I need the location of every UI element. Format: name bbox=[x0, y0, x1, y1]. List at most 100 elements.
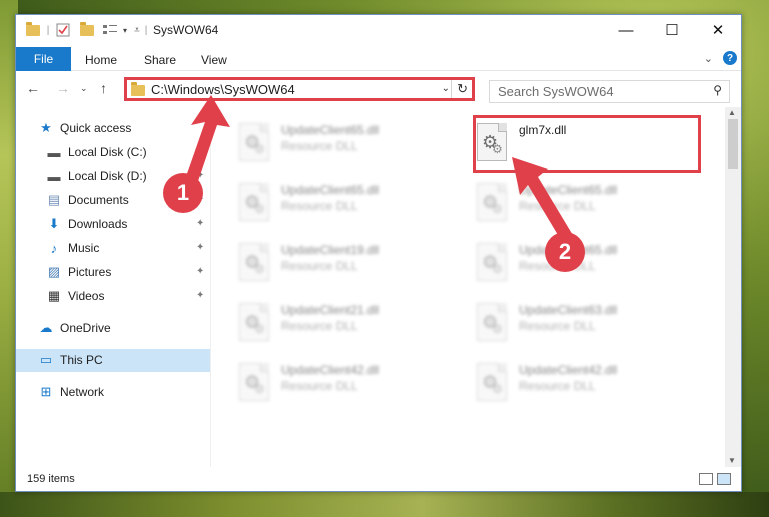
sidebar-item-label: Quick access bbox=[60, 121, 132, 135]
gear-icon: ⚙ bbox=[492, 202, 503, 216]
details-view-icon[interactable] bbox=[699, 473, 713, 485]
gear-icon: ⚙ bbox=[492, 262, 503, 276]
ribbon: File Home Share View ⌄ ? bbox=[16, 45, 741, 71]
gear-icon: ⚙ bbox=[254, 142, 265, 156]
chevron-down-icon[interactable]: ▾ bbox=[120, 21, 130, 39]
sidebar-item-downloads[interactable]: ⬇ Downloads ✦ bbox=[16, 213, 210, 236]
scroll-down-icon[interactable]: ▼ bbox=[728, 456, 736, 465]
dll-file-icon: ⚙ ⚙ bbox=[239, 183, 269, 221]
file-item[interactable]: ⚙⚙ UpdateClient65.dll Resource DLL bbox=[231, 177, 467, 231]
sidebar-item-this-pc[interactable]: ▭ This PC bbox=[16, 349, 210, 372]
address-dropdown-icon[interactable]: ⌄ bbox=[442, 83, 450, 94]
maximize-button[interactable]: ☐ bbox=[649, 15, 695, 45]
qa-separator: | bbox=[144, 24, 148, 36]
tab-file[interactable]: File bbox=[16, 47, 71, 71]
step-2-badge: 2 bbox=[545, 232, 585, 272]
file-description: Resource DLL bbox=[519, 379, 596, 393]
gear-icon: ⚙ bbox=[254, 262, 265, 276]
file-item[interactable]: ⚙ ⚙ UpdateClient42.dll Resource DLL bbox=[231, 357, 467, 411]
search-input[interactable]: Search SysWOW64 ⚲ bbox=[489, 80, 730, 103]
file-item[interactable]: ⚙⚙UpdateClient65.dllResource DLL bbox=[469, 237, 705, 291]
file-item[interactable]: ⚙ ⚙ UpdateClient21.dll Resource DLL bbox=[231, 297, 467, 351]
file-description: Resource DLL bbox=[281, 259, 358, 273]
quick-access-menu-icon[interactable]: ⩡ bbox=[132, 21, 142, 39]
file-name: UpdateClient42.dll bbox=[281, 363, 380, 377]
search-icon[interactable]: ⚲ bbox=[713, 83, 722, 97]
dll-file-icon: ⚙ ⚙ bbox=[239, 363, 269, 401]
file-item[interactable]: ⚙ ⚙ UpdateClient42.dll Resource DLL bbox=[469, 357, 705, 411]
file-item[interactable]: ⚙ ⚙ UpdateClient63.dll Resource DLL bbox=[469, 297, 705, 351]
pin-icon: ✦ bbox=[196, 242, 205, 253]
gear-icon: ⚙ bbox=[254, 382, 265, 396]
properties-icon[interactable] bbox=[54, 21, 72, 39]
scrollbar-thumb[interactable] bbox=[728, 119, 738, 169]
large-icons-view-icon[interactable] bbox=[717, 473, 731, 485]
gear-icon: ⚙ bbox=[492, 322, 503, 336]
file-name: UpdateClient21.dll bbox=[281, 303, 380, 317]
network-icon: ⊞ bbox=[40, 384, 52, 399]
file-item[interactable]: ⚙⚙UpdateClient65.dllResource DLL bbox=[469, 177, 705, 231]
dll-file-icon: ⚙ ⚙ bbox=[239, 123, 269, 161]
documents-icon: ▤ bbox=[47, 192, 61, 207]
cloud-icon: ☁ bbox=[39, 320, 53, 335]
file-description: Resource DLL bbox=[281, 139, 358, 153]
file-item[interactable]: ⚙⚙ UpdateClient65.dll Resource DLL bbox=[231, 117, 467, 171]
music-icon: ♪ bbox=[50, 240, 58, 256]
file-description: Resource DLL bbox=[519, 319, 596, 333]
minimize-button[interactable]: — bbox=[603, 15, 649, 45]
file-list: ⚙ ⚙ UpdateClient65.dll Resource DLL ⚙ ⚙ Update… bbox=[211, 107, 725, 467]
file-name: UpdateClient42.dll bbox=[519, 363, 618, 377]
step-1-badge: 1 bbox=[163, 173, 203, 213]
close-button[interactable]: ✕ bbox=[695, 15, 741, 45]
sidebar-item-music[interactable]: ♪ Music ✦ bbox=[16, 237, 210, 260]
search-placeholder: Search SysWOW64 bbox=[498, 84, 614, 99]
back-button[interactable]: ← bbox=[26, 80, 40, 96]
file-name: UpdateClient19.dll bbox=[281, 243, 380, 257]
vertical-scrollbar[interactable]: ▲ ▼ bbox=[725, 107, 741, 467]
gear-icon: ⚙ bbox=[254, 202, 265, 216]
file-description: Resource DLL bbox=[281, 199, 358, 213]
customize-icon[interactable] bbox=[100, 21, 120, 39]
tab-view[interactable]: View bbox=[201, 53, 227, 67]
refresh-icon[interactable]: ↻ bbox=[457, 81, 468, 97]
folder-icon bbox=[131, 82, 145, 96]
folder-icon[interactable] bbox=[24, 21, 42, 39]
file-name: UpdateClient65.dll bbox=[281, 123, 380, 137]
up-button[interactable]: ↑ bbox=[100, 80, 107, 96]
qa-separator: | bbox=[46, 24, 50, 36]
star-icon: ★ bbox=[40, 120, 52, 135]
computer-icon: ▭ bbox=[39, 352, 53, 367]
drive-icon: ▬ bbox=[47, 168, 61, 184]
window-title: SysWOW64 bbox=[153, 23, 219, 37]
sidebar-item-network[interactable]: ⊞ Network bbox=[16, 381, 210, 404]
help-icon[interactable]: ? bbox=[723, 51, 737, 65]
forward-button[interactable]: → bbox=[56, 80, 70, 96]
sidebar-item-pictures[interactable]: ▨ Pictures ✦ bbox=[16, 261, 210, 284]
navigation-bar: ← → ⌄ ↑ C:\Windows\SysWOW64 ⌄ ↻ Search S… bbox=[16, 71, 741, 107]
drive-icon: ▬ bbox=[47, 144, 61, 160]
recent-locations-button[interactable]: ⌄ bbox=[80, 83, 88, 94]
sidebar-item-onedrive[interactable]: ☁ OneDrive bbox=[16, 317, 210, 340]
dll-file-icon: ⚙ ⚙ bbox=[477, 363, 507, 401]
tab-share[interactable]: Share bbox=[144, 53, 176, 67]
tab-home[interactable]: Home bbox=[85, 53, 117, 67]
file-name: UpdateClient63.dll bbox=[519, 303, 618, 317]
sidebar-item-label: Videos bbox=[68, 289, 105, 303]
file-item[interactable]: ⚙ ⚙ UpdateClient19.dll Resource DLL bbox=[231, 237, 467, 291]
scroll-up-icon[interactable]: ▲ bbox=[728, 108, 736, 117]
sidebar-item-label: Downloads bbox=[68, 217, 128, 231]
pictures-icon: ▨ bbox=[47, 264, 61, 279]
pin-icon: ✦ bbox=[196, 290, 205, 301]
sidebar-item-label: Local Disk (D:) bbox=[68, 169, 147, 183]
sidebar-item-label: OneDrive bbox=[60, 321, 111, 335]
new-folder-icon[interactable] bbox=[78, 21, 96, 39]
gear-icon: ⚙ bbox=[254, 322, 265, 336]
sidebar-item-label: Music bbox=[68, 241, 100, 255]
status-bar: 159 items bbox=[16, 467, 741, 491]
ribbon-expand-icon[interactable]: ⌄ bbox=[704, 52, 713, 65]
file-name: UpdateClient65.dll bbox=[281, 183, 380, 197]
sidebar-item-label: Local Disk (C:) bbox=[68, 145, 147, 159]
address-separator bbox=[451, 80, 452, 98]
sidebar-item-videos[interactable]: ▦ Videos ✦ bbox=[16, 285, 210, 308]
sidebar-item-label: This PC bbox=[60, 353, 103, 367]
